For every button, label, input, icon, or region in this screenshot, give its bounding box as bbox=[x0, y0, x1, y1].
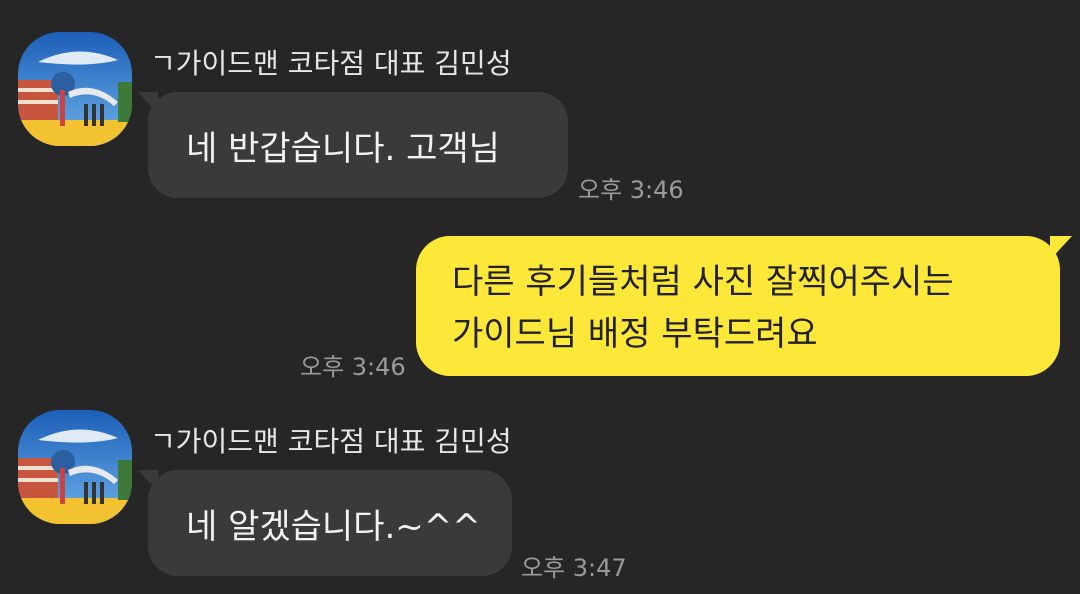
message-text-line: 가이드님 배정 부탁드려요 bbox=[452, 314, 818, 354]
sender-name: ㄱ가이드맨 코타점 대표 김민성 bbox=[150, 47, 512, 80]
message-text-line: 다른 후기들처럼 사진 잘찍어주시는 bbox=[452, 262, 954, 302]
message-text: 네 반갑습니다. 고객님 bbox=[186, 128, 500, 169]
outgoing-message-bubble[interactable]: 다른 후기들처럼 사진 잘찍어주시는 가이드님 배정 부탁드려요 bbox=[416, 236, 1072, 376]
message-timestamp: 오후 3:47 bbox=[521, 554, 627, 582]
message-timestamp: 오후 3:46 bbox=[300, 353, 406, 381]
sender-avatar[interactable] bbox=[18, 410, 132, 524]
sender-name: ㄱ가이드맨 코타점 대표 김민성 bbox=[150, 425, 512, 458]
message-text: 네 알겠습니다.~^^ bbox=[186, 506, 481, 547]
incoming-message-bubble[interactable]: 네 알겠습니다.~^^ bbox=[138, 470, 512, 576]
incoming-message-bubble[interactable]: 네 반갑습니다. 고객님 bbox=[138, 92, 568, 198]
profile-photo-icon bbox=[18, 32, 132, 146]
profile-photo-icon bbox=[18, 410, 132, 524]
message-timestamp: 오후 3:46 bbox=[578, 176, 684, 204]
sender-avatar[interactable] bbox=[18, 32, 132, 146]
